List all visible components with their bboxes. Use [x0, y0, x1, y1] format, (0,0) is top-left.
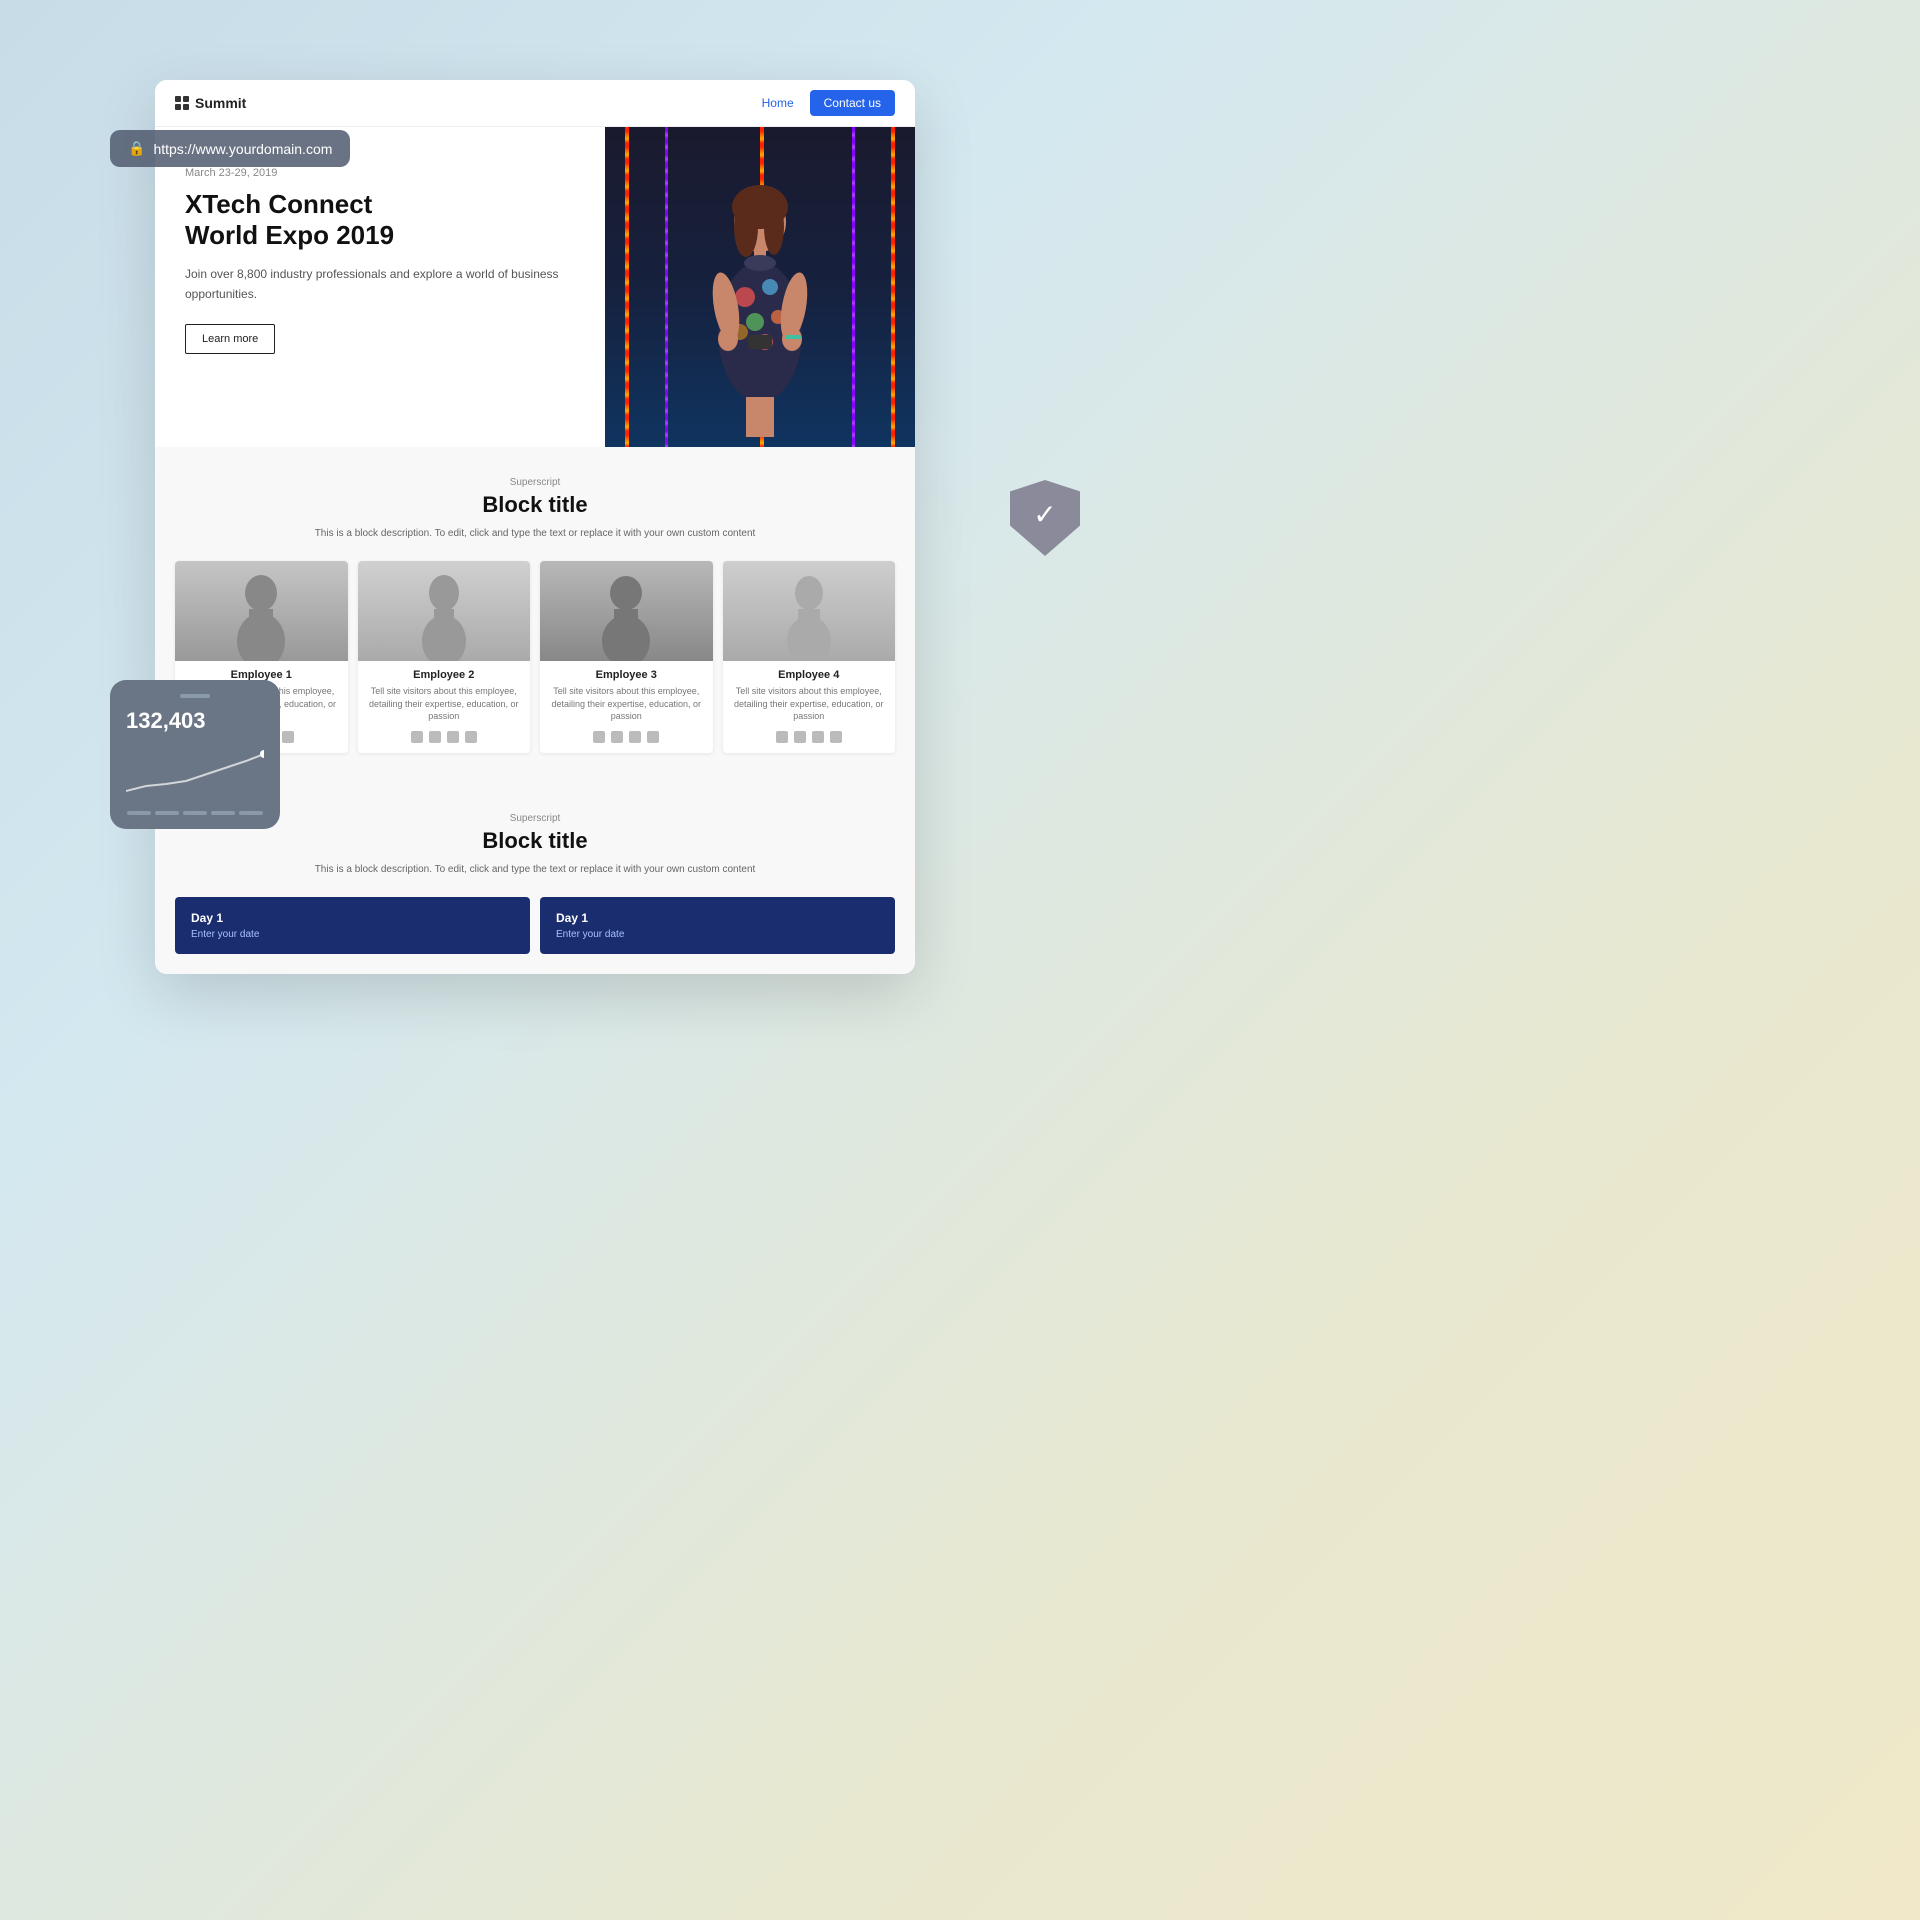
- shield-check-icon: ✓: [1033, 498, 1056, 531]
- twitter-icon-2[interactable]: [447, 731, 459, 743]
- browser-window: Summit Home Contact us March 23-29, 2019…: [155, 80, 915, 974]
- section1-superscript: Superscript: [175, 477, 895, 488]
- twitter-icon-4[interactable]: [812, 731, 824, 743]
- facebook-icon-4[interactable]: [776, 731, 788, 743]
- title-line-1: XTech Connect: [185, 189, 372, 219]
- employee-name-2: Employee 2: [358, 669, 531, 681]
- url-bar: 🔒 https://www.yourdomain.com: [110, 130, 350, 167]
- schedule-date-2[interactable]: Enter your date: [556, 929, 879, 940]
- employee-desc-3: Tell site visitors about this employee, …: [540, 685, 713, 723]
- photo-bg-4: [723, 561, 896, 661]
- schedule-day-1: Day 1: [191, 911, 514, 925]
- employee-photo-4: [723, 561, 896, 661]
- drag-handle: [180, 694, 210, 698]
- navigation: Summit Home Contact us: [155, 80, 915, 127]
- site-logo: Summit: [175, 95, 246, 111]
- email-icon-4[interactable]: [830, 731, 842, 743]
- employee-card-2: Employee 2 Tell site visitors about this…: [358, 561, 531, 753]
- facebook-icon-2[interactable]: [411, 731, 423, 743]
- photo-bg-2: [358, 561, 531, 661]
- hero-content: March 23-29, 2019 XTech Connect World Ex…: [155, 127, 605, 447]
- section1-description: This is a block description. To edit, cl…: [175, 526, 895, 541]
- led-strip-left: [625, 127, 629, 447]
- title-line-2: World Expo 2019: [185, 220, 394, 250]
- stats-chart: [126, 746, 264, 796]
- employee-desc-2: Tell site visitors about this employee, …: [358, 685, 531, 723]
- employee-photo-2: [358, 561, 531, 661]
- employee-name-4: Employee 4: [723, 669, 896, 681]
- schedule-grid: Day 1 Enter your date Day 1 Enter your d…: [175, 897, 895, 954]
- employee-desc-4: Tell site visitors about this employee, …: [723, 685, 896, 723]
- section1-title: Block title: [175, 492, 895, 518]
- email-icon-2[interactable]: [465, 731, 477, 743]
- event-date: March 23-29, 2019: [185, 167, 575, 179]
- nav-links: Home Contact us: [762, 90, 895, 116]
- employee-socials-3: [540, 731, 713, 743]
- url-text: https://www.yourdomain.com: [153, 141, 332, 157]
- employee-photo-1: [175, 561, 348, 661]
- event-title: XTech Connect World Expo 2019: [185, 189, 575, 251]
- security-shield-badge: ✓: [1010, 480, 1080, 556]
- hero-section: March 23-29, 2019 XTech Connect World Ex…: [155, 127, 915, 447]
- instagram-icon-4[interactable]: [794, 731, 806, 743]
- employee-photo-3: [540, 561, 713, 661]
- employee-socials-4: [723, 731, 896, 743]
- led-strip-purple-left: [665, 127, 668, 447]
- employee-socials-2: [358, 731, 531, 743]
- hero-description: Join over 8,800 industry professionals a…: [185, 265, 575, 303]
- photo-bg-3: [540, 561, 713, 661]
- facebook-icon-3[interactable]: [593, 731, 605, 743]
- lock-icon: 🔒: [128, 140, 145, 157]
- hero-image: [605, 127, 915, 447]
- stats-footer: [126, 811, 264, 815]
- employee-silhouette-3: [586, 571, 666, 661]
- instagram-icon-2[interactable]: [429, 731, 441, 743]
- learn-more-button[interactable]: Learn more: [185, 324, 275, 354]
- twitter-icon-3[interactable]: [629, 731, 641, 743]
- led-strip-right: [891, 127, 895, 447]
- contact-button[interactable]: Contact us: [810, 90, 895, 116]
- employee-silhouette-1: [221, 571, 301, 661]
- employee-card-3: Employee 3 Tell site visitors about this…: [540, 561, 713, 753]
- schedule-date-1[interactable]: Enter your date: [191, 929, 514, 940]
- hero-image-container: [605, 127, 915, 447]
- email-icon-1[interactable]: [282, 731, 294, 743]
- stats-widget: 132,403: [110, 680, 280, 829]
- schedule-card-2: Day 1 Enter your date: [540, 897, 895, 954]
- instagram-icon-3[interactable]: [611, 731, 623, 743]
- section2-superscript: Superscript: [175, 813, 895, 824]
- employee-card-4: Employee 4 Tell site visitors about this…: [723, 561, 896, 753]
- logo-text: Summit: [195, 95, 246, 111]
- employees-grid: Employee 1 Tell site visitors about this…: [175, 561, 895, 753]
- logo-grid-icon: [175, 96, 189, 110]
- email-icon-3[interactable]: [647, 731, 659, 743]
- section2-description: This is a block description. To edit, cl…: [175, 862, 895, 877]
- schedule-card-1: Day 1 Enter your date: [175, 897, 530, 954]
- employee-name-3: Employee 3: [540, 669, 713, 681]
- employee-silhouette-2: [404, 571, 484, 661]
- employee-silhouette-4: [769, 571, 849, 661]
- section2-title: Block title: [175, 828, 895, 854]
- speaker-figure: [670, 167, 850, 447]
- stats-number: 132,403: [126, 708, 264, 734]
- home-link[interactable]: Home: [762, 96, 794, 110]
- led-strip-purple-right: [852, 127, 855, 447]
- photo-bg-1: [175, 561, 348, 661]
- schedule-day-2: Day 1: [556, 911, 879, 925]
